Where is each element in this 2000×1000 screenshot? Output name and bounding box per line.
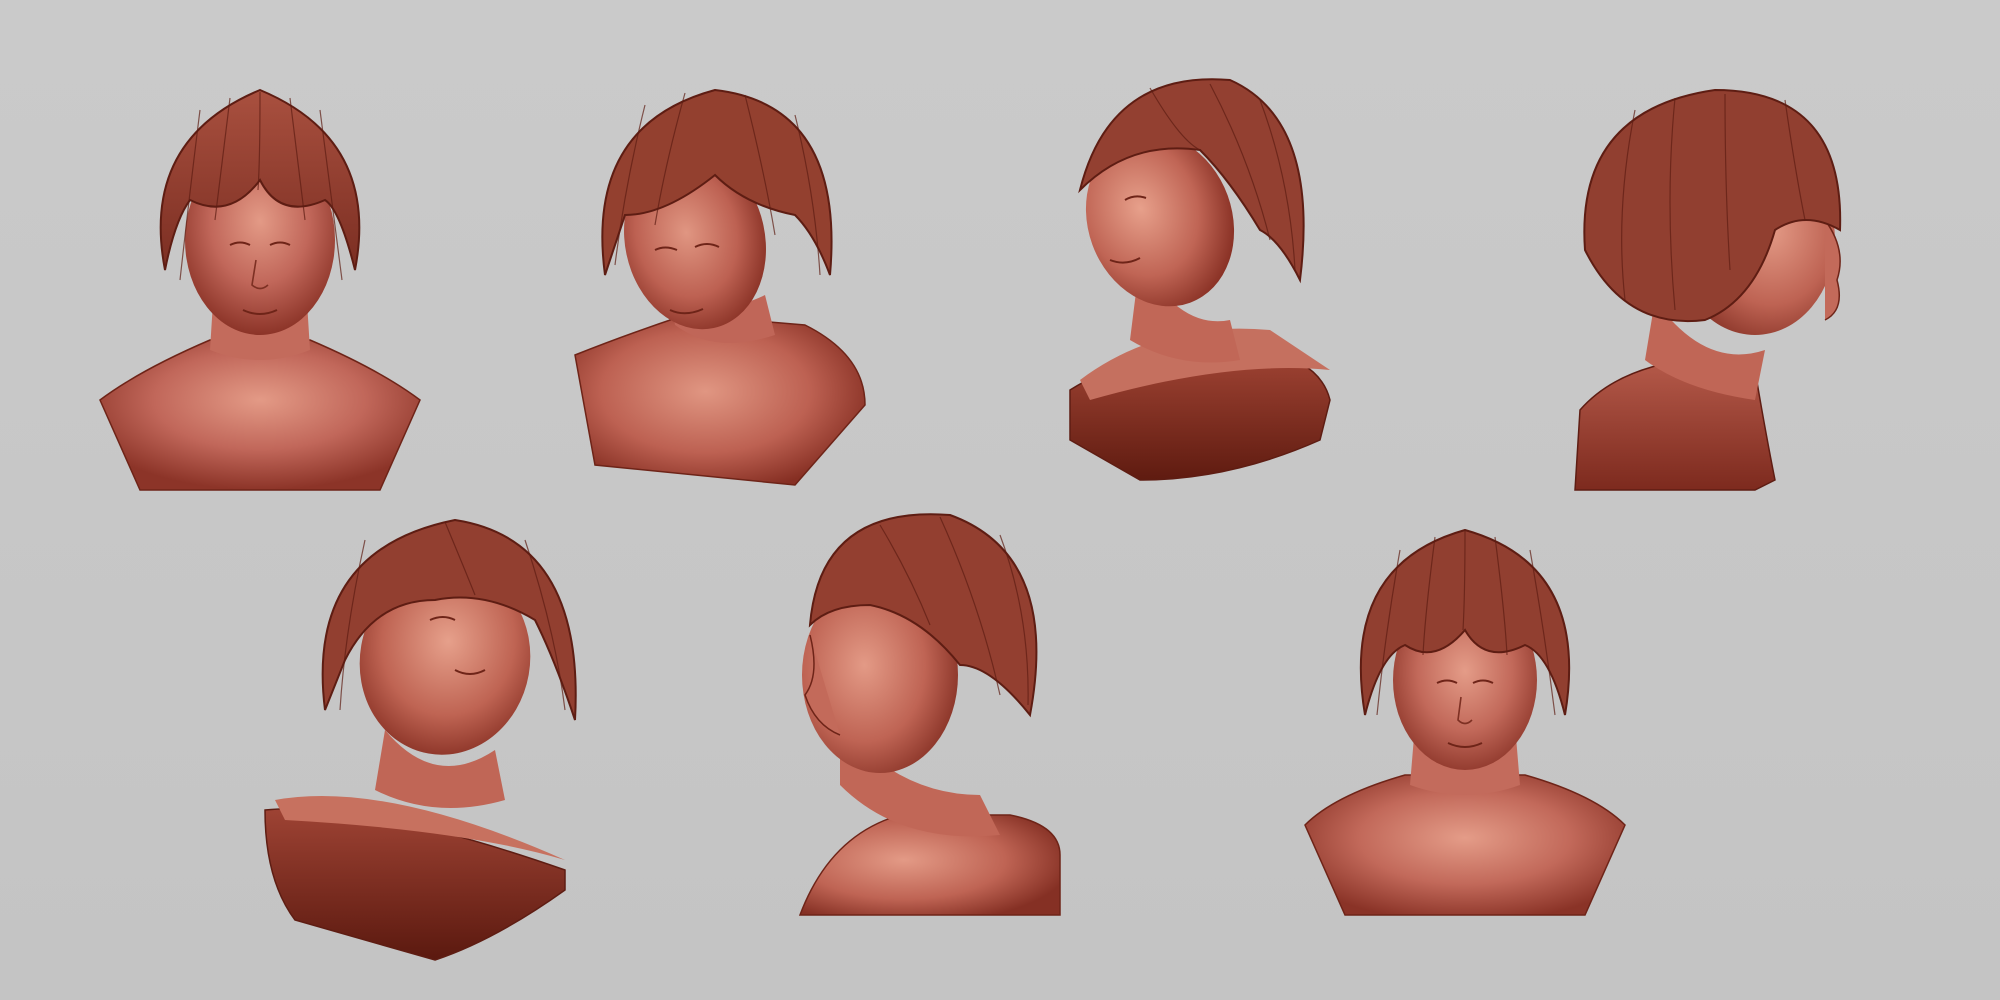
bust-left-profile	[760, 495, 1120, 935]
bust-three-quarter-left-down	[545, 65, 905, 505]
bust-three-quarter-left-up	[1030, 60, 1390, 500]
bust-left-profile-graphic	[798, 513, 1061, 916]
bust-upward-graphic	[1069, 78, 1331, 481]
bust-front-graphic	[99, 88, 421, 491]
bust-profile-graphic	[1574, 88, 1842, 491]
bust-high-angle-graphic	[1304, 528, 1626, 916]
sculpt-viewport	[0, 0, 2000, 1000]
bust-front-high-angle	[1285, 505, 1645, 945]
bust-low-angle-graphic	[264, 518, 577, 961]
bust-front-view	[80, 70, 440, 510]
bust-low-angle	[264, 500, 625, 961]
bust-three-quarter-graphic	[574, 88, 866, 486]
bust-right-profile	[1555, 70, 1915, 510]
